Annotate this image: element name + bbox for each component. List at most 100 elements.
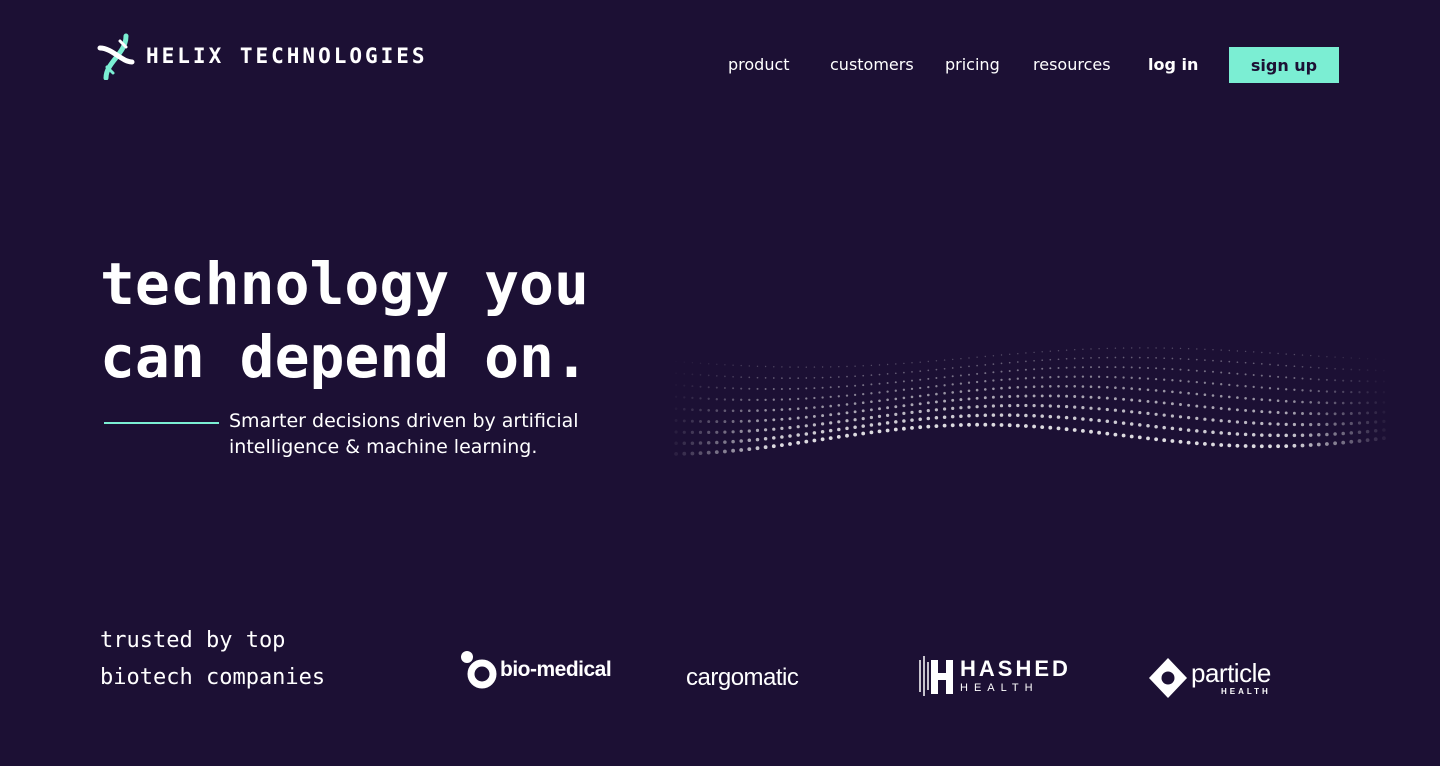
wave-particle (1033, 351, 1035, 354)
wave-particle (1007, 413, 1012, 417)
hero-subhead: Smarter decisions driven by artificial i… (229, 408, 649, 460)
wave-particle (960, 366, 962, 369)
wave-particle (1317, 378, 1320, 381)
wave-particle (837, 385, 840, 388)
wave-particle (1114, 376, 1117, 379)
wave-particle (878, 399, 881, 403)
wave-particle (1089, 395, 1093, 399)
wave-particle (959, 382, 963, 385)
wave-particle (1162, 413, 1166, 417)
signup-button[interactable]: sign up (1229, 47, 1339, 83)
wave-particle (870, 364, 873, 367)
wave-particle (781, 366, 783, 368)
wave-particle (1170, 414, 1174, 418)
wave-particle (1228, 395, 1231, 399)
wave-particle (911, 371, 913, 373)
wave-particle (764, 418, 768, 422)
wave-particle (683, 384, 686, 387)
nav-item-product[interactable]: product (728, 47, 790, 83)
wave-particle (845, 411, 849, 415)
wave-particle (878, 364, 881, 366)
wave-particle (1057, 358, 1060, 361)
wave-particle (1171, 357, 1174, 360)
wave-particle (1130, 376, 1133, 379)
wave-particle (837, 412, 841, 416)
wave-particle (870, 392, 873, 395)
wave-particle (1146, 411, 1150, 415)
client-name: cargomatic (686, 664, 799, 691)
wave-particle (927, 369, 930, 372)
wave-particle (1373, 429, 1378, 433)
wave-particle (1219, 406, 1223, 410)
nav-item-customers[interactable]: customers (830, 47, 914, 83)
wave-particle (691, 385, 694, 388)
wave-particle (829, 404, 832, 408)
hero-subhead-line: intelligence & machine learning. (229, 436, 538, 458)
wave-particle (845, 426, 849, 431)
wave-particle (984, 364, 987, 366)
wave-particle (935, 377, 938, 379)
wave-particle (942, 415, 947, 419)
wave-particle (723, 440, 727, 444)
wave-particle (853, 432, 857, 437)
wave-particle (885, 421, 890, 425)
wave-particle (1163, 367, 1166, 370)
wave-particle (1155, 367, 1158, 370)
wave-particle (683, 372, 686, 375)
wave-particle (903, 362, 905, 365)
wave-particle (886, 390, 889, 393)
wave-particle (869, 430, 874, 435)
wave-particle (911, 379, 913, 382)
wave-particle (1179, 379, 1182, 382)
wave-particle (918, 417, 922, 422)
wave-particle (1016, 413, 1020, 417)
wave-particle (943, 399, 947, 403)
wave-particle (935, 360, 938, 362)
wave-particle (991, 395, 995, 399)
wave-particle (877, 414, 882, 418)
wave-particle (1244, 350, 1247, 353)
wave-particle (1243, 432, 1248, 437)
wave-particle (1121, 433, 1126, 438)
wave-particle (674, 419, 678, 422)
wave-particle (918, 409, 922, 414)
wave-particle (1260, 374, 1263, 377)
wave-particle (780, 435, 784, 439)
wave-particle (1204, 348, 1206, 350)
login-link[interactable]: log in (1148, 47, 1198, 83)
wave-particle (1017, 353, 1019, 355)
wave-particle (976, 364, 978, 367)
nav-item-resources[interactable]: resources (1033, 47, 1111, 83)
wave-particle (951, 375, 954, 378)
wave-particle (1138, 356, 1141, 359)
wave-particle (877, 429, 882, 434)
wave-particle (699, 419, 702, 423)
wave-particle (1382, 410, 1386, 414)
wave-particle (1016, 386, 1020, 389)
wave-particle (960, 358, 962, 360)
wave-particle (967, 389, 971, 393)
wave-particle (789, 366, 791, 368)
wave-particle (1113, 408, 1117, 412)
wave-particle (1366, 420, 1370, 425)
wave-particle (1008, 378, 1011, 381)
wave-particle (845, 394, 849, 397)
wave-particle (682, 419, 686, 423)
wave-particle (796, 407, 800, 410)
wave-particle (992, 387, 995, 391)
wave-particle (1252, 362, 1255, 365)
wave-particle (869, 415, 873, 420)
wave-particle (763, 445, 768, 450)
wave-particle (894, 389, 897, 392)
wave-particle (781, 377, 783, 379)
wave-particle (813, 387, 816, 390)
wave-particle (1244, 420, 1248, 425)
wave-particle (943, 359, 946, 361)
nav-item-pricing[interactable]: pricing (945, 47, 1000, 83)
wave-particle (683, 396, 686, 399)
wave-particle (845, 403, 849, 406)
wave-particle (1106, 366, 1109, 369)
wave-particle (1276, 399, 1280, 402)
wave-particle (1114, 356, 1117, 359)
client-subtitle: HEALTH (960, 682, 1039, 694)
